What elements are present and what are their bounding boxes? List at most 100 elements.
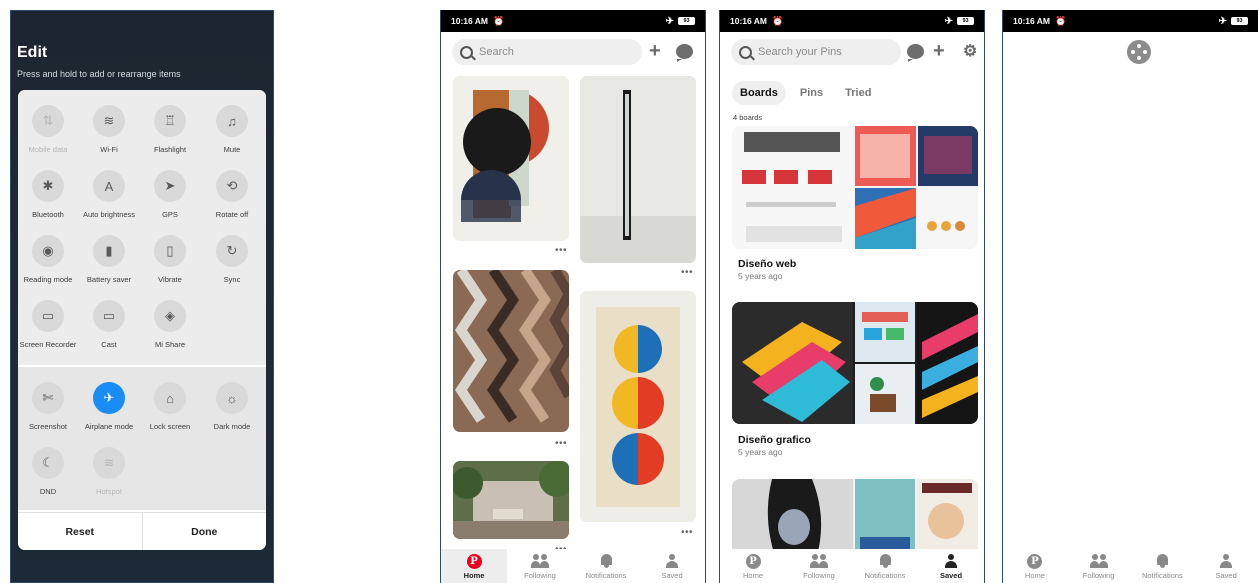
tile-lock-screen[interactable]: ⌂ Lock screen	[140, 382, 200, 431]
tile-dark-mode[interactable]: ☼ Dark mode	[202, 382, 262, 431]
tab-tried[interactable]: Tried	[837, 81, 879, 105]
nav-notifications[interactable]: Notifications	[852, 549, 918, 583]
nav-saved[interactable]: Saved	[639, 549, 705, 583]
nav-label: Home	[463, 571, 485, 580]
tile-label: Airplane mode	[84, 422, 134, 431]
pinterest-logo-icon: P	[1027, 553, 1043, 569]
tile-label: Mute	[223, 145, 241, 154]
settings-icon[interactable]: ⚙	[963, 42, 977, 62]
battery-icon: 93	[1231, 17, 1248, 25]
pin-more-icon[interactable]: •••	[555, 245, 567, 256]
tile-auto-brightness[interactable]: A Auto brightness	[79, 170, 139, 219]
tile-cast[interactable]: ▭ Cast	[79, 300, 139, 349]
pin-image	[453, 461, 569, 539]
loading-spinner-icon	[1127, 40, 1151, 64]
tiles-card: ⇅ Mobile data ≋ Wi-Fi ♖ Flashlight ♫ Mute ✱ Bluet…	[18, 90, 266, 550]
tile-screen-recorder[interactable]: ▭ Screen Recorder	[18, 300, 78, 349]
tile-bluetooth[interactable]: ✱ Bluetooth	[18, 170, 78, 219]
board-diseno-grafico[interactable]	[732, 302, 978, 424]
eye-icon: ◉	[32, 235, 64, 267]
add-icon[interactable]: +	[649, 41, 661, 61]
nav-following[interactable]: Following	[507, 549, 573, 583]
tab-boards[interactable]: Boards	[732, 81, 786, 105]
nav-home[interactable]: P Home	[441, 549, 507, 583]
nav-label: Notifications	[864, 571, 906, 580]
tile-label: Auto brightness	[82, 210, 136, 219]
pin-patio-plants[interactable]	[453, 461, 569, 539]
nav-notifications[interactable]: Notifications	[1131, 549, 1195, 583]
tile-screenshot[interactable]: ✄ Screenshot	[18, 382, 78, 431]
tile-dnd[interactable]: ☾ DND	[18, 447, 78, 496]
saved-tabs: Boards Pins Tried	[732, 81, 879, 105]
pin-abstract-shapes[interactable]	[453, 76, 569, 241]
tile-sync[interactable]: ↻ Sync	[202, 235, 262, 284]
nav-home[interactable]: P Home	[1003, 549, 1067, 583]
tile-label: Flashlight	[153, 145, 187, 154]
nav-saved[interactable]: Saved	[1194, 549, 1258, 583]
reset-button[interactable]: Reset	[18, 513, 142, 550]
tile-mi-share[interactable]: ◈ Mi Share	[140, 300, 200, 349]
battery-icon: 93	[957, 17, 974, 25]
pinterest-logo-icon: P	[745, 553, 761, 569]
tile-airplane-mode[interactable]: ✈ Airplane mode	[79, 382, 139, 431]
profile-icon	[1220, 554, 1233, 568]
tile-mobile-data[interactable]: ⇅ Mobile data	[18, 105, 78, 154]
nav-saved[interactable]: Saved	[918, 549, 984, 583]
tile-battery-saver[interactable]: ▮ Battery saver	[79, 235, 139, 284]
bell-icon: ♫	[216, 105, 248, 137]
nav-label: Following	[803, 571, 835, 580]
saved-boards-screen: 10:16 AM ⏰ ✈ 93 Search your Pins + ⚙ Boa…	[719, 10, 985, 583]
tile-reading-mode[interactable]: ◉ Reading mode	[18, 235, 78, 284]
nav-label: Home	[1024, 571, 1045, 580]
add-icon[interactable]: +	[933, 41, 945, 61]
battery-icon: ▮	[93, 235, 125, 267]
nav-label: Notifications	[585, 571, 627, 580]
nav-following[interactable]: Following	[786, 549, 852, 583]
tile-vibrate[interactable]: ▯ Vibrate	[140, 235, 200, 284]
search-input[interactable]: Search	[452, 39, 642, 65]
bell-icon	[600, 554, 613, 568]
alarm-icon: ⏰	[493, 15, 505, 26]
tile-label: DND	[39, 487, 57, 496]
nav-following[interactable]: Following	[1067, 549, 1131, 583]
bell-icon	[1156, 554, 1169, 568]
monitor-icon: ▭	[93, 300, 125, 332]
tile-label: Dark mode	[213, 422, 251, 431]
tile-wi-fi[interactable]: ≋ Wi-Fi	[79, 105, 139, 154]
board-diseno-web[interactable]	[732, 126, 978, 249]
tile-rotate-off[interactable]: ⟲ Rotate off	[202, 170, 262, 219]
mi-share-icon: ◈	[154, 300, 186, 332]
edit-subtitle: Press and hold to add or rearrange items	[17, 69, 181, 79]
bottom-navigation: P Home Following Notifications Saved	[441, 549, 705, 583]
vibrate-icon: ▯	[154, 235, 186, 267]
board-subtitle: 5 years ago	[738, 271, 783, 281]
bell-icon	[879, 554, 892, 568]
messages-icon[interactable]	[676, 44, 693, 62]
pin-circles-art[interactable]	[580, 291, 696, 522]
messages-icon[interactable]	[907, 44, 924, 62]
tile-label: Cast	[101, 340, 117, 349]
status-time: 10:16 AM	[1013, 16, 1051, 26]
tile-hotspot[interactable]: ≋ Hotspot	[79, 447, 139, 496]
nav-home[interactable]: P Home	[720, 549, 786, 583]
pin-rug-pattern[interactable]	[453, 270, 569, 432]
search-placeholder: Search	[479, 46, 514, 58]
pin-more-icon[interactable]: •••	[681, 527, 693, 538]
nav-label: Notifications	[1141, 571, 1183, 580]
board-third[interactable]	[732, 479, 978, 559]
tile-gps[interactable]: ➤ GPS	[140, 170, 200, 219]
nav-notifications[interactable]: Notifications	[573, 549, 639, 583]
tile-mute[interactable]: ♫ Mute	[202, 105, 262, 154]
battery-icon: 93	[678, 17, 695, 25]
following-icon	[810, 554, 828, 568]
tile-flashlight[interactable]: ♖ Flashlight	[140, 105, 200, 154]
tile-label: Screen Recorder	[19, 340, 77, 349]
done-button[interactable]: Done	[141, 513, 267, 550]
search-pins-input[interactable]: Search your Pins	[731, 39, 901, 65]
pin-window-slit-room[interactable]	[580, 76, 696, 263]
pin-more-icon[interactable]: •••	[681, 267, 693, 278]
tab-pins[interactable]: Pins	[792, 81, 831, 105]
board-cover	[732, 126, 978, 249]
pin-more-icon[interactable]: •••	[555, 438, 567, 449]
flashlight-icon: ♖	[154, 105, 186, 137]
